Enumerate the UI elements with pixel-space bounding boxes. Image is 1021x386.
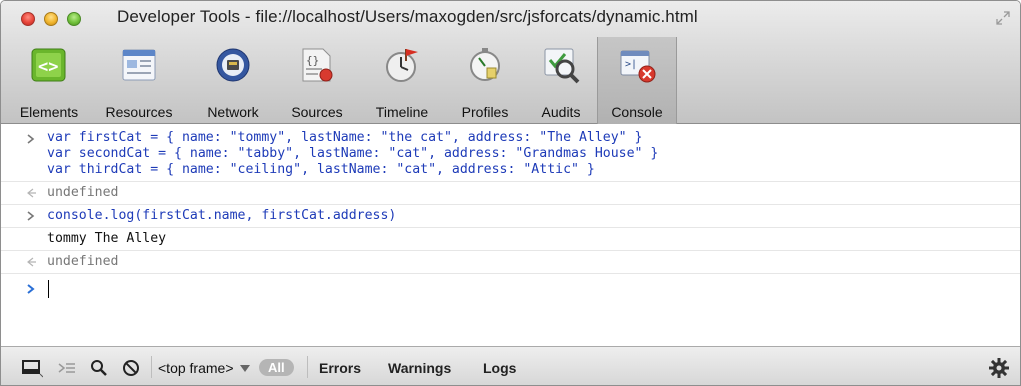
- tab-label: Profiles: [461, 104, 509, 120]
- tab-profiles[interactable]: Profiles: [445, 37, 525, 124]
- console-result-entry: undefined: [1, 182, 1020, 205]
- console-prompt[interactable]: [1, 274, 1020, 301]
- clear-icon: [123, 359, 139, 376]
- audits-icon: [544, 48, 580, 84]
- frame-selector[interactable]: <top frame>: [158, 347, 252, 385]
- filter-all[interactable]: All: [259, 347, 294, 385]
- console-result-text: undefined: [47, 185, 119, 200]
- search-icon: [91, 359, 107, 376]
- timeline-icon: [386, 49, 418, 82]
- profiles-icon: [470, 48, 500, 81]
- console-result-text: undefined: [47, 254, 119, 269]
- status-bar: <top frame> All Errors Warnings Logs: [1, 346, 1020, 385]
- prompt-arrow-icon: [27, 284, 35, 294]
- window-title: Developer Tools - file://localhost/Users…: [117, 7, 698, 26]
- elements-icon: <>: [31, 48, 66, 82]
- console-drawer-button[interactable]: [57, 347, 77, 385]
- title-bar: Developer Tools - file://localhost/Users…: [1, 1, 1020, 35]
- console-icon: >|: [620, 50, 656, 83]
- tab-console[interactable]: >| Console: [597, 37, 677, 124]
- input-arrow-icon: [27, 211, 35, 221]
- console-log-text: tommy The Alley: [47, 231, 167, 246]
- tab-sources[interactable]: {} Sources: [275, 37, 359, 124]
- tab-label: Audits: [541, 104, 581, 120]
- dock-icon: [22, 359, 43, 377]
- filter-errors[interactable]: Errors: [319, 347, 362, 385]
- filter-errors-label: Errors: [319, 359, 362, 376]
- console-input-entry: console.log(firstCat.name, firstCat.addr…: [1, 205, 1020, 228]
- dock-toggle-button[interactable]: [21, 347, 43, 385]
- svg-text:>|: >|: [625, 59, 637, 70]
- tab-resources[interactable]: Resources: [87, 37, 191, 124]
- console-input-entry: var firstCat = { name: "tommy", lastName…: [1, 125, 1020, 182]
- fullscreen-icon[interactable]: [996, 11, 1010, 25]
- console-result-entry: undefined: [1, 251, 1020, 274]
- tab-label: Sources: [291, 104, 343, 120]
- result-arrow-icon: [27, 257, 36, 267]
- filter-warnings-label: Warnings: [388, 359, 452, 376]
- resources-icon: [122, 49, 156, 81]
- zoom-window-button[interactable]: [67, 12, 81, 26]
- filter-logs-label: Logs: [483, 359, 517, 376]
- filter-logs[interactable]: Logs: [483, 347, 517, 385]
- tab-audits[interactable]: Audits: [525, 37, 597, 124]
- result-arrow-icon: [27, 188, 36, 198]
- clear-console-button[interactable]: [121, 347, 141, 385]
- minimize-window-button[interactable]: [44, 12, 58, 26]
- frame-selector-label: <top frame>: [158, 359, 234, 376]
- filter-all-label: All: [259, 359, 294, 376]
- show-console-icon: [58, 362, 75, 373]
- divider: [151, 356, 152, 378]
- divider: [307, 356, 308, 378]
- tab-elements[interactable]: <> Elements: [11, 37, 87, 124]
- window-chrome: Developer Tools - file://localhost/Users…: [1, 1, 1020, 124]
- svg-text:<>: <>: [38, 57, 58, 77]
- console-output[interactable]: var firstCat = { name: "tommy", lastName…: [1, 125, 1020, 346]
- sources-icon: {}: [302, 48, 333, 82]
- tab-label: Network: [207, 104, 259, 120]
- console-input-line: var secondCat = { name: "tabby", lastNam…: [47, 146, 659, 161]
- tab-network[interactable]: Network: [191, 37, 275, 124]
- filter-warnings[interactable]: Warnings: [388, 347, 452, 385]
- tab-label: Elements: [19, 104, 79, 120]
- tab-label: Console: [611, 104, 663, 120]
- gear-icon: [989, 357, 1009, 378]
- network-icon: [216, 48, 250, 82]
- close-window-button[interactable]: [21, 12, 35, 26]
- svg-text:{}: {}: [306, 54, 319, 67]
- settings-button[interactable]: [988, 347, 1010, 385]
- console-input-line: var firstCat = { name: "tommy", lastName…: [47, 130, 643, 145]
- console-input-line: console.log(firstCat.name, firstCat.addr…: [47, 208, 397, 223]
- tab-timeline[interactable]: Timeline: [359, 37, 445, 124]
- panel-toolbar: <> Elements Resources Network {} Sources…: [11, 37, 677, 124]
- text-caret: [48, 280, 49, 298]
- devtools-window: Developer Tools - file://localhost/Users…: [0, 0, 1021, 386]
- input-arrow-icon: [27, 134, 35, 144]
- console-input-line: var thirdCat = { name: "ceiling", lastNa…: [47, 162, 595, 177]
- dropdown-arrow-icon: [239, 364, 250, 372]
- tab-label: Timeline: [375, 104, 429, 120]
- search-button[interactable]: [89, 347, 109, 385]
- console-log-entry: tommy The Alley: [1, 228, 1020, 251]
- tab-label: Resources: [105, 104, 173, 120]
